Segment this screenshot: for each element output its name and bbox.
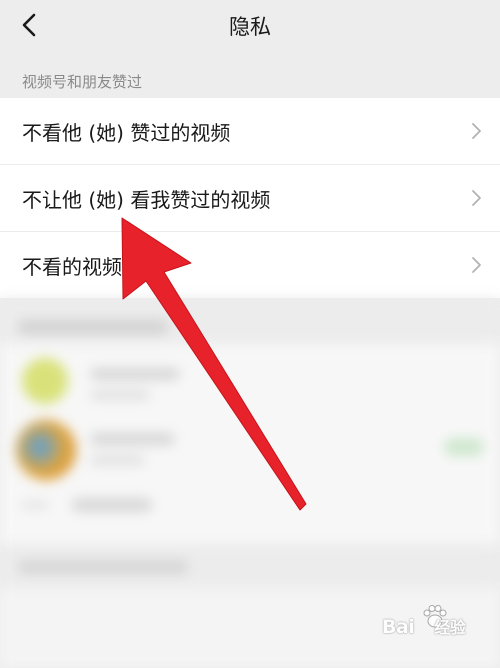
chevron-right-icon [472, 123, 481, 139]
blurred-section-label [18, 320, 168, 334]
chevron-right-icon [472, 257, 481, 273]
row-hide-their-liked-videos[interactable]: 不看他 (她) 赞过的视频 [0, 98, 500, 165]
row-hide-my-liked-videos[interactable]: 不让他 (她) 看我赞过的视频 [0, 165, 500, 232]
blurred-text [90, 433, 175, 445]
blurred-toggle [444, 438, 484, 456]
blurred-avatar [16, 420, 76, 480]
blurred-text [90, 390, 150, 400]
row-label: 不让他 (她) 看我赞过的视频 [22, 188, 271, 212]
page-title: 隐私 [229, 15, 271, 39]
nav-bar: 隐私 [0, 0, 500, 56]
row-label: 不看他 (她) 赞过的视频 [22, 121, 231, 145]
chevron-right-icon [472, 190, 481, 206]
row-blocked-channels[interactable]: 不看的视频号 [0, 232, 500, 298]
blurred-text [90, 368, 180, 380]
blurred-add-icon [22, 503, 48, 507]
blurred-section-label [18, 560, 188, 574]
row-label: 不看的视频号 [22, 255, 142, 279]
blurred-text [72, 498, 152, 512]
watermark-text: Bai 经验 [382, 616, 466, 638]
blurred-avatar [22, 358, 68, 404]
blurred-text [90, 455, 145, 465]
section-label: 视频号和朋友赞过 [22, 73, 143, 91]
privacy-list: 不看他 (她) 赞过的视频 不让他 (她) 看我赞过的视频 不看的视频号 [0, 98, 500, 298]
baidu-jingyan-watermark: Bai 经验 [382, 604, 498, 646]
